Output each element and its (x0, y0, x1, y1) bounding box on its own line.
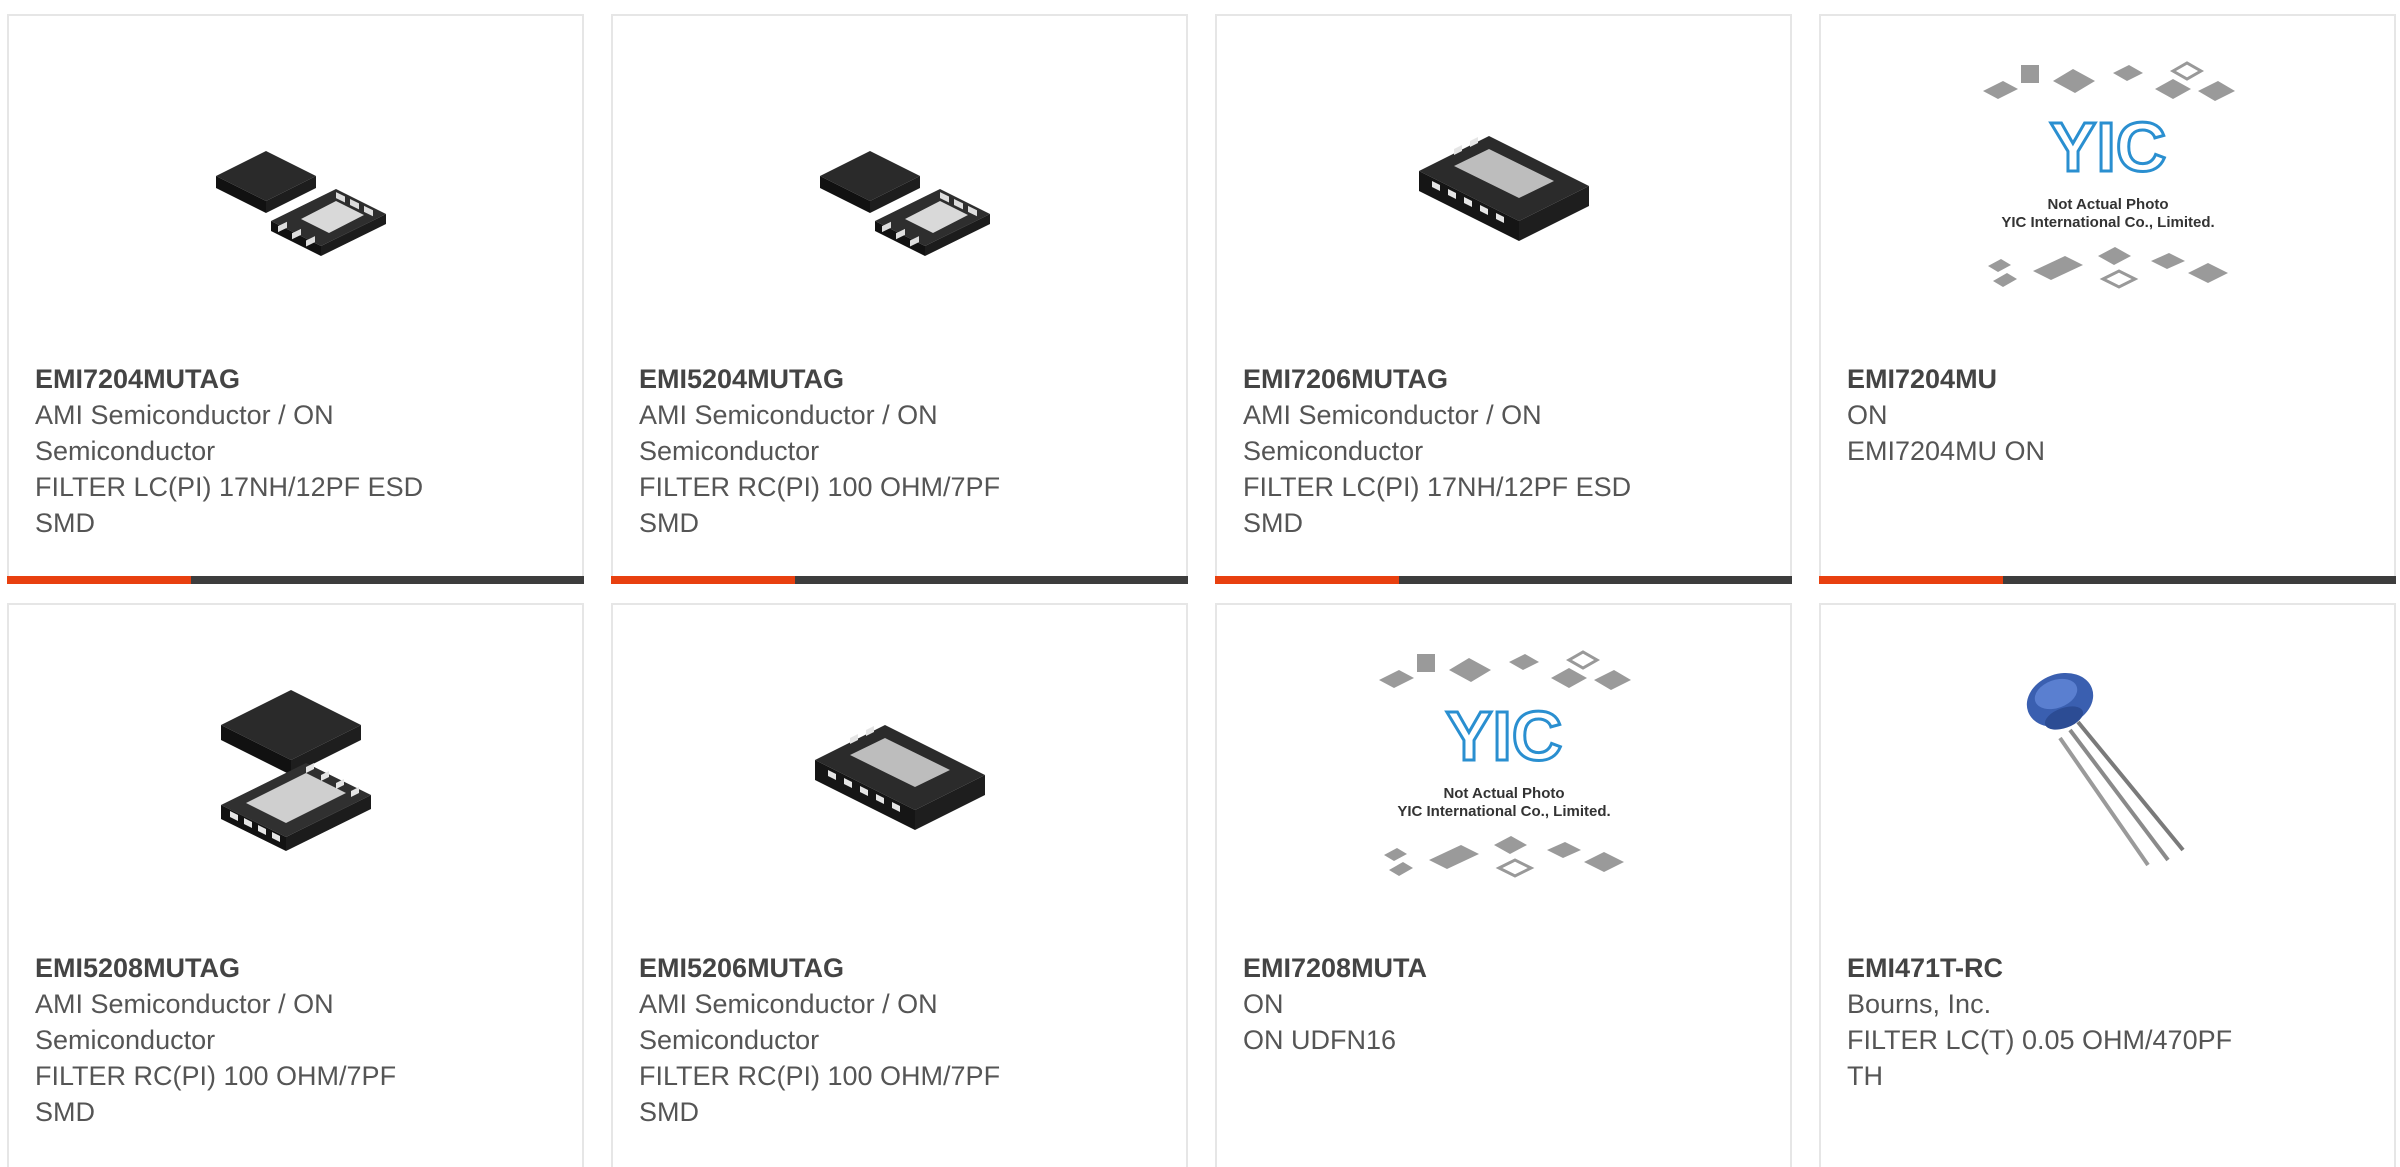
product-image[interactable] (9, 605, 582, 935)
manufacturer: AMI Semiconductor / ON Semiconductor (639, 400, 938, 466)
product-info: EMI7204MUTAG AMI Semiconductor / ON Semi… (35, 361, 455, 541)
chip-pair-icon (819, 151, 990, 256)
chip-pair-icon (215, 151, 386, 256)
part-number-link[interactable]: EMI5208MUTAG (35, 950, 455, 986)
chip-single-icon (1418, 136, 1589, 241)
part-number-link[interactable]: EMI7206MUTAG (1243, 361, 1663, 397)
product-info: EMI7204MU ON EMI7204MU ON (1847, 361, 2267, 469)
product-card[interactable]: EMI5206MUTAG AMI Semiconductor / ON Semi… (611, 603, 1188, 1167)
placeholder-line2: YIC International Co., Limited. (2001, 214, 2214, 231)
product-info: EMI471T-RC Bourns, Inc. FILTER LC(T) 0.0… (1847, 950, 2267, 1094)
description: FILTER RC(PI) 100 OHM/7PF SMD (35, 1061, 397, 1127)
product-image[interactable] (1217, 16, 1790, 346)
part-number-link[interactable]: EMI7204MUTAG (35, 361, 455, 397)
description: FILTER LC(PI) 17NH/12PF ESD SMD (35, 472, 424, 538)
part-number-link[interactable]: EMI5206MUTAG (639, 950, 1059, 986)
chip-single-icon (814, 725, 985, 830)
description: ON UDFN16 (1243, 1025, 1397, 1055)
description: FILTER LC(PI) 17NH/12PF ESD SMD (1243, 472, 1632, 538)
card-bar (1819, 576, 2396, 584)
manufacturer: AMI Semiconductor / ON Semiconductor (35, 400, 334, 466)
card-bar (1215, 576, 1792, 584)
part-number-link[interactable]: EMI7208MUTA (1243, 950, 1663, 986)
product-card[interactable]: EMI5208MUTAG AMI Semiconductor / ON Semi… (7, 603, 584, 1167)
description: EMI7204MU ON (1847, 436, 2046, 466)
product-image[interactable] (613, 605, 1186, 935)
placeholder-line1: Not Actual Photo (2047, 196, 2168, 213)
part-number-link[interactable]: EMI471T-RC (1847, 950, 2267, 986)
chip-stack-icon (220, 690, 371, 851)
product-card[interactable]: YIC Not Actual Photo YIC International C… (1215, 603, 1792, 1167)
product-image[interactable] (9, 16, 582, 346)
product-card[interactable]: YIC Not Actual Photo YIC International C… (1819, 14, 2396, 584)
product-card[interactable]: EMI7206MUTAG AMI Semiconductor / ON Semi… (1215, 14, 1792, 584)
card-bar (7, 576, 584, 584)
description: FILTER RC(PI) 100 OHM/7PF SMD (639, 1061, 1001, 1127)
product-info: EMI5204MUTAG AMI Semiconductor / ON Semi… (639, 361, 1059, 541)
description: FILTER RC(PI) 100 OHM/7PF SMD (639, 472, 1001, 538)
yic-logo: YIC (1445, 697, 1562, 775)
product-info: EMI7206MUTAG AMI Semiconductor / ON Semi… (1243, 361, 1663, 541)
product-info: EMI5206MUTAG AMI Semiconductor / ON Semi… (639, 950, 1059, 1130)
manufacturer: AMI Semiconductor / ON Semiconductor (639, 989, 938, 1055)
product-card[interactable]: EMI7204MUTAG AMI Semiconductor / ON Semi… (7, 14, 584, 584)
placeholder-line1: Not Actual Photo (1443, 785, 1564, 802)
product-card[interactable]: EMI5204MUTAG AMI Semiconductor / ON Semi… (611, 14, 1188, 584)
product-grid: EMI7204MUTAG AMI Semiconductor / ON Semi… (0, 0, 2400, 1167)
not-actual-photo-icon: YIC Not Actual Photo YIC International C… (1982, 61, 2235, 289)
product-card[interactable]: EMI471T-RC Bourns, Inc. FILTER LC(T) 0.0… (1819, 603, 2396, 1167)
product-image[interactable] (613, 16, 1186, 346)
manufacturer: Bourns, Inc. (1847, 989, 1992, 1019)
manufacturer: ON (1847, 400, 1888, 430)
manufacturer: ON (1243, 989, 1284, 1019)
product-info: EMI7208MUTA ON ON UDFN16 (1243, 950, 1663, 1058)
part-number-link[interactable]: EMI5204MUTAG (639, 361, 1059, 397)
not-actual-photo-icon: YIC Not Actual Photo YIC International C… (1378, 650, 1631, 878)
product-image[interactable]: YIC Not Actual Photo YIC International C… (1217, 605, 1790, 935)
placeholder-line2: YIC International Co., Limited. (1397, 803, 1610, 820)
manufacturer: AMI Semiconductor / ON Semiconductor (35, 989, 334, 1055)
product-info: EMI5208MUTAG AMI Semiconductor / ON Semi… (35, 950, 455, 1130)
manufacturer: AMI Semiconductor / ON Semiconductor (1243, 400, 1542, 466)
description: FILTER LC(T) 0.05 OHM/470PF TH (1847, 1025, 2233, 1091)
product-image[interactable] (1821, 605, 2394, 935)
part-number-link[interactable]: EMI7204MU (1847, 361, 2267, 397)
product-image[interactable]: YIC Not Actual Photo YIC International C… (1821, 16, 2394, 346)
yic-logo: YIC (2049, 108, 2166, 186)
radial-capacitor-icon (2026, 672, 2185, 867)
card-bar (611, 576, 1188, 584)
